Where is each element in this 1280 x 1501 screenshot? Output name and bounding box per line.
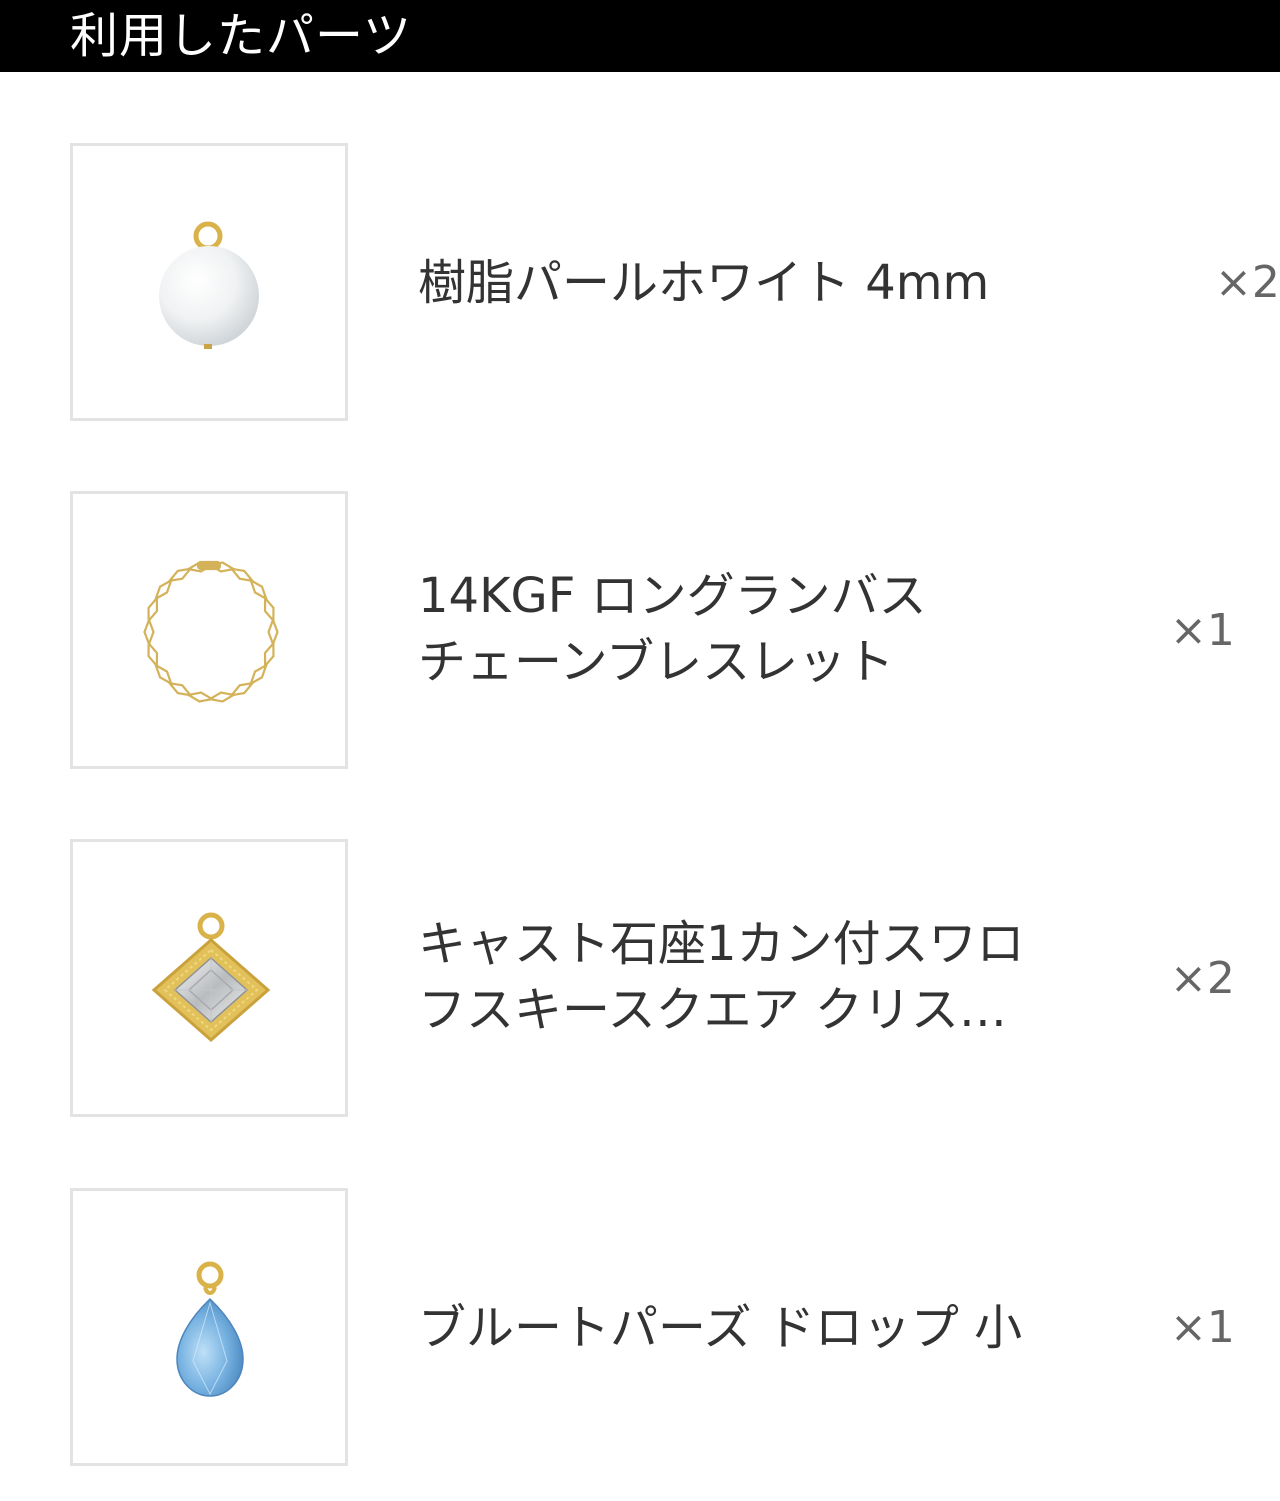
list-item[interactable]: ブルートパーズ ドロップ 小 ×1 (0, 1188, 1280, 1466)
part-quantity: ×2 (1215, 257, 1280, 308)
part-name: キャスト石座1カン付スワロ フスキースクエア クリス… (418, 916, 1025, 1038)
part-name: 14KGF ロングランバス チェーンブレスレット (418, 568, 927, 690)
part-quantity: ×1 (1170, 1302, 1235, 1353)
chain-link (267, 616, 279, 648)
part-thumbnail[interactable] (70, 491, 348, 769)
chain-link (263, 640, 275, 669)
chain-link (248, 577, 269, 602)
header-bar: 利用したパーツ (0, 0, 1280, 72)
part-quantity: ×2 (1170, 953, 1235, 1004)
chain-link (185, 691, 216, 703)
chain-clasp (196, 560, 222, 571)
chain-link (248, 662, 269, 687)
part-thumbnail[interactable] (70, 143, 348, 421)
square-crystal-charm-icon (151, 912, 271, 1042)
part-name: ブルートパーズ ドロップ 小 (418, 1300, 1023, 1356)
page-title: 利用したパーツ (70, 8, 413, 64)
chain-link (143, 616, 155, 648)
chain-link (206, 691, 237, 703)
chain-link (153, 577, 174, 602)
chain-link (147, 640, 159, 669)
part-name: 樹脂パールホワイト 4mm (418, 255, 990, 311)
blue-topaz-drop-icon (176, 1261, 244, 1397)
chain-link (263, 595, 275, 624)
part-quantity: ×1 (1170, 605, 1235, 656)
chain-bracelet-icon (143, 560, 279, 703)
list-item[interactable]: 樹脂パールホワイト 4mm ×2 (0, 143, 1280, 421)
list-item[interactable]: 14KGF ロングランバス チェーンブレスレット ×1 (0, 491, 1280, 769)
chain-link (153, 662, 174, 687)
chain-link (147, 595, 159, 624)
part-thumbnail[interactable] (70, 1188, 348, 1466)
list-item[interactable]: キャスト石座1カン付スワロ フスキースクエア クリス… ×2 (0, 839, 1280, 1117)
part-thumbnail[interactable] (70, 839, 348, 1117)
pearl-charm-icon (159, 221, 259, 349)
